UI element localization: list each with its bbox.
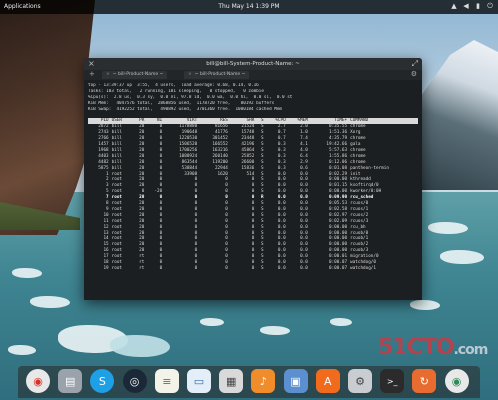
tab-label: ~ bill-Product-Name ~ (194, 72, 246, 77)
process-cell: 0.0 (277, 266, 286, 271)
process-cell: 19 (103, 266, 109, 271)
ice-floe (8, 345, 36, 355)
system-tray: ▲ ◀ ▮ ⏻ (450, 2, 494, 10)
files-icon[interactable]: ▤ (58, 369, 83, 393)
process-cell: root (111, 266, 122, 271)
ice-floe (12, 268, 42, 278)
notes-icon[interactable]: ≡ (154, 369, 179, 393)
top-panel: Applications Thu May 14 1:39 PM ▲ ◀ ▮ ⏻ (0, 0, 498, 14)
menu-icon[interactable]: ⚙ (411, 70, 417, 78)
music-icon[interactable]: ♪ (251, 369, 276, 393)
ice-floe (330, 318, 352, 326)
clock[interactable]: Thu May 14 1:39 PM (0, 3, 498, 10)
ice-floe (110, 335, 170, 357)
document-icon[interactable]: ▭ (187, 369, 211, 393)
process-cell: rt (139, 266, 145, 271)
ice-floe (410, 300, 440, 310)
window-titlebar[interactable]: × bill@bill-System-Product-Name: ~ ⤢ (84, 58, 422, 70)
ice-floe (260, 326, 290, 335)
process-cell: 0 (251, 266, 255, 271)
process-row: 19 root rt 0 0 0 0 S 0.0 0.0 0:00.07 watchdog/1 (88, 266, 418, 272)
process-cell: 0.0 (300, 266, 308, 271)
top-summary: top - 13:39:37 up 3:55, 4 users, load av… (88, 83, 418, 112)
process-cell: 0 (159, 266, 163, 271)
skype-icon[interactable]: S (90, 369, 115, 393)
steam-icon[interactable]: ◎ (122, 369, 147, 393)
terminal-tab[interactable]: × ~ bill-Product-Name ~ (184, 71, 250, 79)
terminal-icon[interactable]: >_ (380, 369, 405, 393)
process-cell: S (260, 266, 264, 271)
new-tab-icon[interactable]: + (89, 70, 95, 78)
process-cell: watchdog/1 (350, 266, 376, 271)
process-cell: 0 (225, 266, 228, 271)
dock: ◉ ▤ S ◎ ≡ ▭ ▦ ♪ ▣ A ⚙ >_ ↻ ◉ (18, 366, 480, 398)
window-title: bill@bill-System-Product-Name: ~ (206, 61, 300, 67)
terminal-output[interactable]: top - 13:39:37 up 3:55, 4 users, load av… (84, 80, 422, 275)
ice-floe (30, 296, 70, 308)
tab-label: ~ bill-Product-Name ~ (112, 72, 164, 77)
close-tab-icon[interactable]: × (188, 72, 192, 77)
ice-floe (200, 318, 224, 326)
ice-floe (428, 222, 468, 234)
terminal-window[interactable]: × bill@bill-System-Product-Name: ~ ⤢ + ×… (84, 58, 422, 300)
watermark-logo: 51CTO.com (378, 335, 488, 360)
terminal-tab[interactable]: × ~ bill-Product-Name ~ (102, 71, 168, 79)
chrome-icon[interactable]: ◉ (26, 369, 50, 393)
ice-floe (440, 250, 484, 264)
process-table: PID USER PR NI VIRT RES SHR S %CPU %MEM TIME+ COMMA… (88, 118, 418, 272)
power-icon[interactable]: ⏻ (486, 2, 494, 10)
chrome-icon-2[interactable]: ◉ (444, 369, 469, 393)
update-icon[interactable]: ↻ (412, 369, 437, 393)
battery-icon[interactable]: ▮ (474, 2, 482, 10)
process-cell: 0:00.07 (329, 266, 348, 271)
app-center-icon[interactable]: A (315, 369, 340, 393)
close-tab-icon[interactable]: × (106, 72, 110, 77)
network-icon[interactable]: ▲ (450, 2, 458, 10)
volume-icon[interactable]: ◀ (462, 2, 470, 10)
process-cell: 0 (194, 266, 198, 271)
maximize-icon[interactable]: ⤢ (412, 59, 418, 69)
photos-icon[interactable]: ▣ (283, 369, 308, 393)
settings-icon[interactable]: ⚙ (348, 369, 372, 393)
calculator-icon[interactable]: ▦ (219, 369, 244, 393)
tab-bar: + × ~ bill-Product-Name ~ × ~ bill-Product… (84, 70, 422, 80)
